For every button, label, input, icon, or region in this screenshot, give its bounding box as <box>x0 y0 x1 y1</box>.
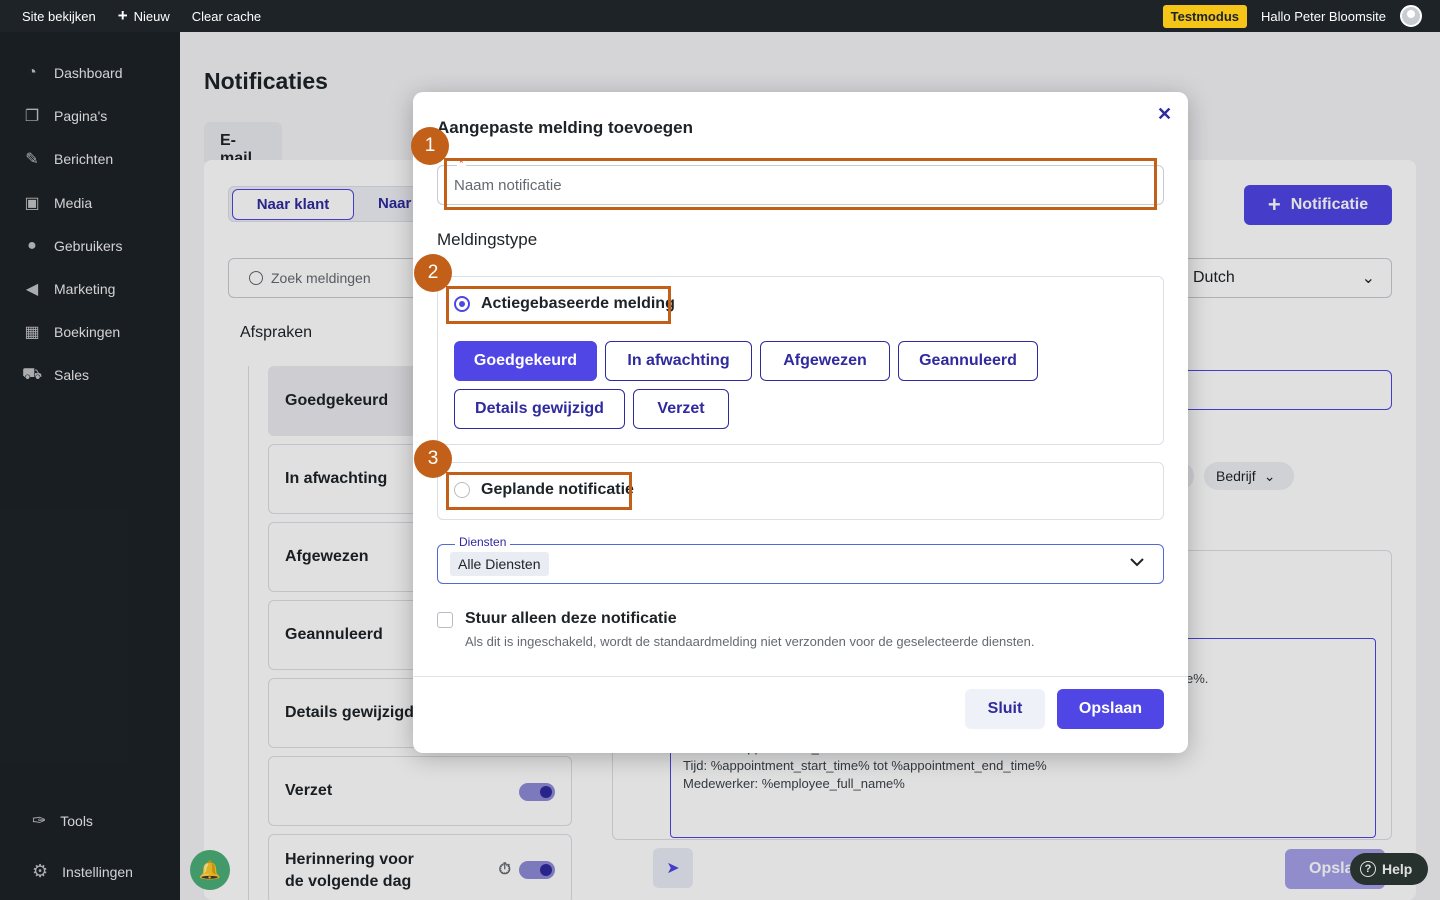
notification-type-label: Meldingstype <box>437 230 538 249</box>
only-this-help: Als dit is ingeschakeld, wordt de standa… <box>465 634 1035 649</box>
avatar[interactable] <box>1400 5 1422 27</box>
admin-bar: Site bekijken + Nieuw Clear cache Testmod… <box>0 0 1440 32</box>
only-this-label[interactable]: Stuur alleen deze notificatie <box>465 610 677 628</box>
annotation-highlight <box>446 286 671 324</box>
annotation-highlight <box>444 158 1157 210</box>
only-this-checkbox[interactable] <box>437 612 453 628</box>
status-canceled-button[interactable]: Geannuleerd <box>898 341 1038 381</box>
services-label: Diensten <box>455 535 511 549</box>
close-button[interactable]: Sluit <box>965 689 1045 729</box>
site-link[interactable]: Site bekijken <box>22 9 96 24</box>
status-approved-button[interactable]: Goedgekeurd <box>454 341 597 381</box>
annotation-badge: 3 <box>414 440 452 478</box>
status-details-changed-button[interactable]: Details gewijzigd <box>454 389 625 429</box>
status-rescheduled-button[interactable]: Verzet <box>633 389 729 429</box>
close-icon[interactable]: ✕ <box>1157 104 1172 125</box>
chevron-down-icon[interactable] <box>1129 554 1145 572</box>
save-button[interactable]: Opslaan <box>1057 689 1164 729</box>
new-label: Nieuw <box>133 8 170 24</box>
annotation-badge: 2 <box>414 254 452 292</box>
clear-cache-link[interactable]: Clear cache <box>192 9 261 24</box>
test-mode-badge: Testmodus <box>1162 4 1247 28</box>
divider <box>413 676 1188 677</box>
services-chip[interactable]: Alle Diensten <box>450 552 549 576</box>
status-pending-button[interactable]: In afwachting <box>605 341 752 381</box>
new-menu[interactable]: + Nieuw <box>118 6 170 26</box>
plus-icon: + <box>117 6 128 25</box>
annotation-badge: 1 <box>411 127 449 165</box>
annotation-highlight <box>446 472 632 510</box>
status-rejected-button[interactable]: Afgewezen <box>760 341 890 381</box>
greeting[interactable]: Hallo Peter Bloomsite <box>1261 9 1386 24</box>
modal-title: Aangepaste melding toevoegen <box>437 118 693 137</box>
